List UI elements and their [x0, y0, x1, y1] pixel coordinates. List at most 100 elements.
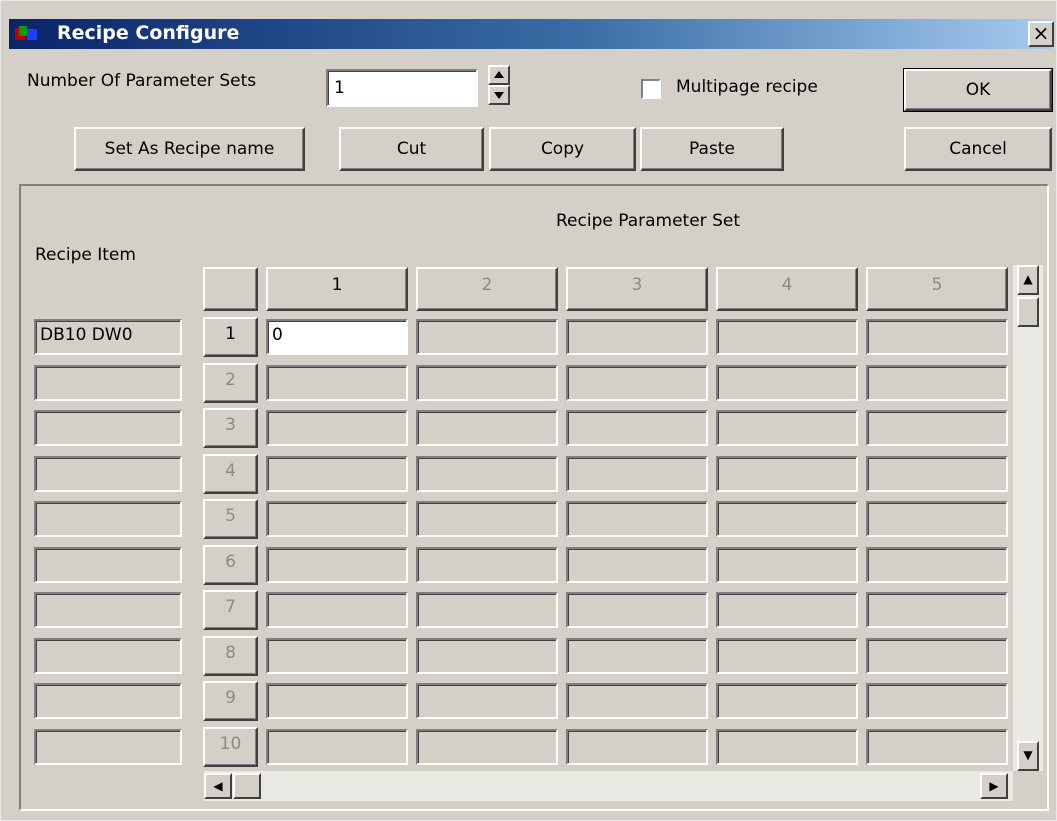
- parameter-cell[interactable]: [416, 365, 558, 401]
- recipe-item-field[interactable]: DB10 DW0: [34, 319, 182, 355]
- parameter-cell[interactable]: [266, 365, 408, 401]
- vertical-scrollbar[interactable]: ▲ ▼: [1013, 265, 1043, 771]
- parameter-cell[interactable]: [566, 410, 708, 446]
- parameter-cell[interactable]: [716, 365, 858, 401]
- set-as-recipe-name-button[interactable]: Set As Recipe name: [74, 127, 305, 171]
- parameter-cell[interactable]: [416, 410, 558, 446]
- param-sets-input[interactable]: 1: [326, 69, 478, 107]
- parameter-cell[interactable]: [266, 683, 408, 719]
- recipe-item-title: Recipe Item: [35, 245, 136, 265]
- recipe-item-field[interactable]: [34, 729, 182, 765]
- parameter-cell[interactable]: [416, 592, 558, 628]
- parameter-cell[interactable]: [866, 547, 1008, 583]
- close-button[interactable]: ×: [1028, 21, 1054, 47]
- parameter-cell[interactable]: [866, 729, 1008, 765]
- row-header-10[interactable]: 10: [203, 727, 258, 767]
- parameter-cell[interactable]: [416, 501, 558, 537]
- spin-down-button[interactable]: [488, 85, 510, 105]
- recipe-item-field[interactable]: [34, 456, 182, 492]
- ok-button[interactable]: OK: [903, 68, 1053, 112]
- parameter-cell[interactable]: [866, 319, 1008, 355]
- parameter-cell[interactable]: [716, 592, 858, 628]
- recipe-item-field[interactable]: [34, 365, 182, 401]
- column-header-4[interactable]: 4: [716, 267, 858, 311]
- parameter-cell[interactable]: [416, 638, 558, 674]
- parameter-cell[interactable]: [566, 319, 708, 355]
- cut-button[interactable]: Cut: [339, 127, 484, 171]
- parameter-cell[interactable]: [566, 456, 708, 492]
- row-header-4[interactable]: 4: [203, 454, 258, 494]
- scroll-left-button[interactable]: ◀: [204, 773, 232, 799]
- arrow-down-icon: [494, 92, 504, 99]
- spin-up-button[interactable]: [488, 65, 510, 85]
- recipe-item-field[interactable]: [34, 410, 182, 446]
- parameter-cell[interactable]: [566, 501, 708, 537]
- multipage-label: Multipage recipe: [676, 77, 818, 97]
- parameter-cell[interactable]: [716, 456, 858, 492]
- parameter-cell[interactable]: [716, 501, 858, 537]
- row-header-7[interactable]: 7: [203, 590, 258, 630]
- recipe-item-field[interactable]: [34, 547, 182, 583]
- parameter-cell[interactable]: 0: [266, 319, 408, 355]
- parameter-cell[interactable]: [566, 683, 708, 719]
- parameter-cell[interactable]: [266, 547, 408, 583]
- row-header-9[interactable]: 9: [203, 681, 258, 721]
- cancel-button[interactable]: Cancel: [904, 127, 1052, 171]
- horizontal-scroll-thumb[interactable]: [233, 773, 261, 799]
- parameter-cell[interactable]: [416, 729, 558, 765]
- parameter-cell[interactable]: [566, 365, 708, 401]
- parameter-cell[interactable]: [866, 501, 1008, 537]
- column-header-3[interactable]: 3: [566, 267, 708, 311]
- multipage-checkbox[interactable]: [641, 79, 661, 99]
- parameter-cell[interactable]: [866, 683, 1008, 719]
- scroll-up-button[interactable]: ▲: [1017, 265, 1039, 295]
- row-header-2[interactable]: 2: [203, 363, 258, 403]
- paste-button[interactable]: Paste: [640, 127, 784, 171]
- parameter-cell[interactable]: [716, 410, 858, 446]
- parameter-cell[interactable]: [416, 683, 558, 719]
- column-header-1[interactable]: 1: [266, 267, 408, 311]
- recipe-item-field[interactable]: [34, 592, 182, 628]
- column-header-5[interactable]: 5: [866, 267, 1008, 311]
- param-sets-spinner[interactable]: [488, 65, 510, 105]
- recipe-item-field[interactable]: [34, 501, 182, 537]
- parameter-cell[interactable]: [416, 456, 558, 492]
- parameter-cell[interactable]: [716, 729, 858, 765]
- copy-button[interactable]: Copy: [489, 127, 636, 171]
- parameter-cell[interactable]: [716, 638, 858, 674]
- horizontal-scrollbar[interactable]: ◀ ▶: [204, 771, 1013, 801]
- parameter-cell[interactable]: [866, 456, 1008, 492]
- parameter-cell[interactable]: [266, 729, 408, 765]
- parameter-cell[interactable]: [266, 501, 408, 537]
- scroll-right-button[interactable]: ▶: [980, 773, 1008, 799]
- parameter-cell[interactable]: [716, 683, 858, 719]
- parameter-cell[interactable]: [716, 319, 858, 355]
- parameter-cell[interactable]: [266, 410, 408, 446]
- parameter-cell[interactable]: [416, 547, 558, 583]
- recipe-app-icon: [15, 26, 37, 40]
- row-header-6[interactable]: 6: [203, 545, 258, 585]
- column-header-2[interactable]: 2: [416, 267, 558, 311]
- recipe-item-field[interactable]: [34, 683, 182, 719]
- parameter-cell[interactable]: [566, 729, 708, 765]
- parameter-cell[interactable]: [566, 638, 708, 674]
- row-header-8[interactable]: 8: [203, 636, 258, 676]
- parameter-cell[interactable]: [866, 638, 1008, 674]
- parameter-cell[interactable]: [266, 638, 408, 674]
- parameter-cell[interactable]: [566, 592, 708, 628]
- vertical-scroll-thumb[interactable]: [1017, 297, 1039, 327]
- parameter-cell[interactable]: [566, 547, 708, 583]
- row-header-3[interactable]: 3: [203, 408, 258, 448]
- parameter-cell[interactable]: [416, 319, 558, 355]
- parameter-cell[interactable]: [866, 365, 1008, 401]
- parameter-cell[interactable]: [716, 547, 858, 583]
- parameter-cell[interactable]: [266, 592, 408, 628]
- parameter-cell[interactable]: [266, 456, 408, 492]
- scroll-down-button[interactable]: ▼: [1017, 741, 1039, 771]
- parameter-cell[interactable]: [866, 410, 1008, 446]
- row-header-5[interactable]: 5: [203, 499, 258, 539]
- row-header-1[interactable]: 1: [203, 317, 258, 357]
- recipe-item-field[interactable]: [34, 638, 182, 674]
- param-sets-label: Number Of Parameter Sets: [27, 71, 257, 91]
- parameter-cell[interactable]: [866, 592, 1008, 628]
